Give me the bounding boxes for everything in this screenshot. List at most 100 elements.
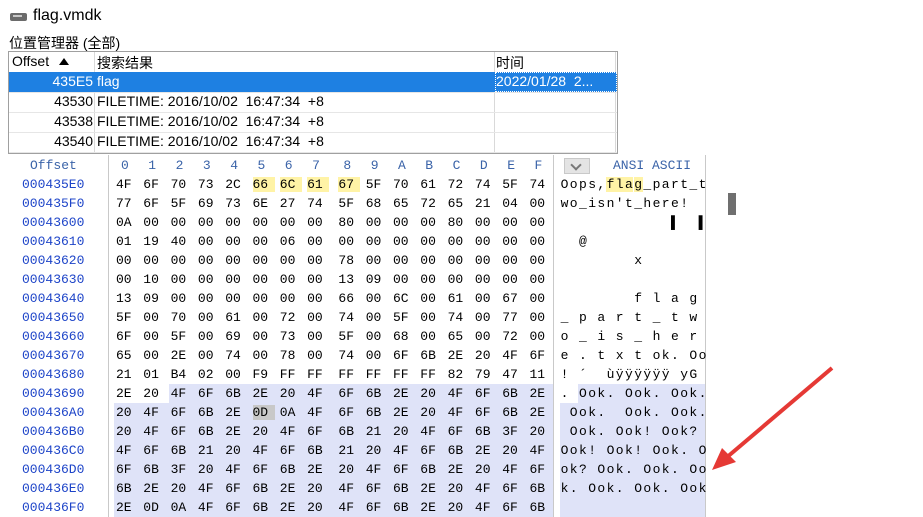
hex-row[interactable]: 00043610 01 19 40 00 00 00 06 00 00 00 00 00 00 00 00 00… [8, 232, 923, 251]
hex-byte[interactable]: 00 [198, 253, 220, 268]
hex-byte[interactable]: 00 [475, 272, 497, 287]
hex-byte[interactable]: 4F [307, 386, 329, 401]
ascii-char[interactable]: . [652, 386, 661, 401]
ascii-char[interactable]: G [689, 367, 698, 382]
hex-byte[interactable]: 6F [420, 443, 442, 458]
hex-byte[interactable]: 20 [253, 424, 275, 439]
ascii-char[interactable]: O [670, 386, 679, 401]
hex-byte[interactable]: 21 [198, 443, 220, 458]
ascii-char[interactable]: o [569, 443, 578, 458]
hex-byte[interactable]: 00 [198, 310, 220, 325]
ascii-char[interactable]: o [680, 386, 689, 401]
ascii-char[interactable]: k [652, 481, 661, 496]
ascii-char[interactable]: ! [643, 424, 652, 439]
hex-byte[interactable]: 4F [338, 481, 360, 496]
hex-byte[interactable]: 00 [530, 329, 552, 344]
hex-byte[interactable]: 74 [448, 310, 470, 325]
ascii-char[interactable]: O [569, 405, 578, 420]
hex-byte[interactable]: 2E [307, 462, 329, 477]
hex-row[interactable]: 00043670 65 00 2E 00 74 00 78 00 74 00 6F 6B 2E 20 4F 6F… [8, 346, 923, 365]
ascii-char[interactable]: o [569, 196, 578, 211]
ascii-char[interactable]: O [624, 405, 633, 420]
ascii-char[interactable]: O [624, 386, 633, 401]
ascii-char[interactable]: x [615, 348, 624, 363]
hex-byte[interactable]: 00 [475, 291, 497, 306]
hex-byte[interactable]: 2E [448, 348, 470, 363]
ascii-char[interactable]: o [643, 481, 652, 496]
hex-byte[interactable]: 67 [338, 177, 361, 192]
hex-row[interactable]: 000436E0 6B 2E 20 4F 6F 6B 2E 20 4F 6F 6B 2E 20 4F 6F 6B… [8, 479, 923, 498]
hex-byte[interactable]: 72 [502, 329, 524, 344]
hex-byte[interactable]: 20 [171, 481, 193, 496]
hex-byte[interactable]: 00 [530, 310, 552, 325]
hex-byte[interactable]: 2E [530, 386, 552, 401]
hex-byte[interactable]: 00 [307, 291, 329, 306]
ascii-char[interactable]: O [661, 424, 670, 439]
hex-byte[interactable]: 0A [116, 215, 138, 230]
hex-byte[interactable]: 6B [366, 405, 388, 420]
ascii-char[interactable]: _ [560, 310, 569, 325]
hex-byte[interactable]: 20 [280, 386, 302, 401]
ascii-char[interactable]: O [680, 481, 689, 496]
hex-byte[interactable]: 00 [280, 215, 302, 230]
hex-byte[interactable]: 66 [252, 177, 275, 192]
hex-row[interactable]: 000436C0 4F 6F 6B 21 20 4F 6F 6B 21 20 4F 6F 6B 2E 20 4F… [8, 441, 923, 460]
hex-byte[interactable]: 19 [143, 234, 165, 249]
hex-row[interactable]: 000435E0 4F 6F 70 73 2C 66 6C 61 67 5F 70 61 72 74 5F 74… [8, 175, 923, 194]
ascii-char[interactable]: k [569, 462, 578, 477]
hex-row[interactable]: 000436B0 20 4F 6F 6B 2E 20 4F 6F 6B 21 20 4F 6F 6B 3F 20… [8, 422, 923, 441]
ascii-char[interactable]: . [624, 462, 633, 477]
ascii-char[interactable]: g [633, 177, 643, 192]
hex-byte[interactable]: 6F [338, 405, 360, 420]
hex-byte[interactable]: 2E [116, 500, 138, 515]
hex-byte[interactable]: 6B [280, 462, 302, 477]
ascii-char[interactable]: . [661, 481, 670, 496]
ascii-char[interactable]: t [670, 310, 679, 325]
hex-byte[interactable]: 68 [366, 196, 388, 211]
ascii-char[interactable]: o [652, 348, 661, 363]
hex-byte[interactable]: 0A [280, 405, 302, 420]
hex-byte[interactable]: 6F [475, 405, 497, 420]
hex-byte[interactable]: 6B [502, 405, 524, 420]
hex-byte[interactable]: 66 [338, 291, 360, 306]
ascii-char[interactable]: . [652, 405, 661, 420]
hex-byte[interactable]: 00 [280, 291, 302, 306]
ascii-char[interactable]: x [634, 253, 643, 268]
ascii-char[interactable]: w [689, 310, 698, 325]
ascii-char[interactable]: _ [689, 177, 698, 192]
hex-byte[interactable]: 20 [448, 481, 470, 496]
ascii-char[interactable]: _ [652, 310, 661, 325]
hex-byte[interactable]: 6B [253, 481, 275, 496]
hex-byte[interactable]: 6F [475, 386, 497, 401]
hex-byte[interactable]: 6E [253, 196, 275, 211]
hex-byte[interactable]: 01 [116, 234, 138, 249]
hex-byte[interactable]: 77 [502, 310, 524, 325]
hex-byte[interactable]: 00 [225, 234, 247, 249]
ascii-char[interactable]: O [560, 177, 569, 192]
hex-byte[interactable]: 00 [307, 329, 329, 344]
hex-byte[interactable]: 00 [253, 291, 275, 306]
hex-byte[interactable]: 0A [171, 500, 193, 515]
hex-byte[interactable]: 20 [225, 443, 247, 458]
hex-byte[interactable]: 2E [420, 481, 442, 496]
ascii-char[interactable]: s [615, 329, 624, 344]
ascii-char[interactable]: o [670, 424, 679, 439]
hex-byte[interactable]: 6F [143, 196, 165, 211]
hex-byte[interactable]: 6F [338, 386, 360, 401]
hex-byte[interactable]: 00 [502, 234, 524, 249]
hex-byte[interactable]: 06 [280, 234, 302, 249]
hex-byte[interactable]: 4F [198, 481, 220, 496]
position-row[interactable]: 43538 FILETIME: 2016/10/02 16:47:34 +8 [9, 112, 617, 133]
hex-byte[interactable]: 00 [280, 272, 302, 287]
ascii-char[interactable]: o [615, 443, 624, 458]
hex-byte[interactable]: 00 [307, 215, 329, 230]
hex-byte[interactable]: 5F [366, 177, 388, 192]
hex-byte[interactable]: 00 [420, 253, 442, 268]
hex-byte[interactable]: 6B [448, 443, 470, 458]
ascii-char[interactable]: o [680, 405, 689, 420]
ascii-char[interactable]: o [578, 424, 587, 439]
hex-byte[interactable]: 6F [502, 500, 524, 515]
hex-byte[interactable]: 00 [530, 291, 552, 306]
hex-byte[interactable]: 4F [253, 443, 275, 458]
ascii-char[interactable]: o [578, 405, 587, 420]
